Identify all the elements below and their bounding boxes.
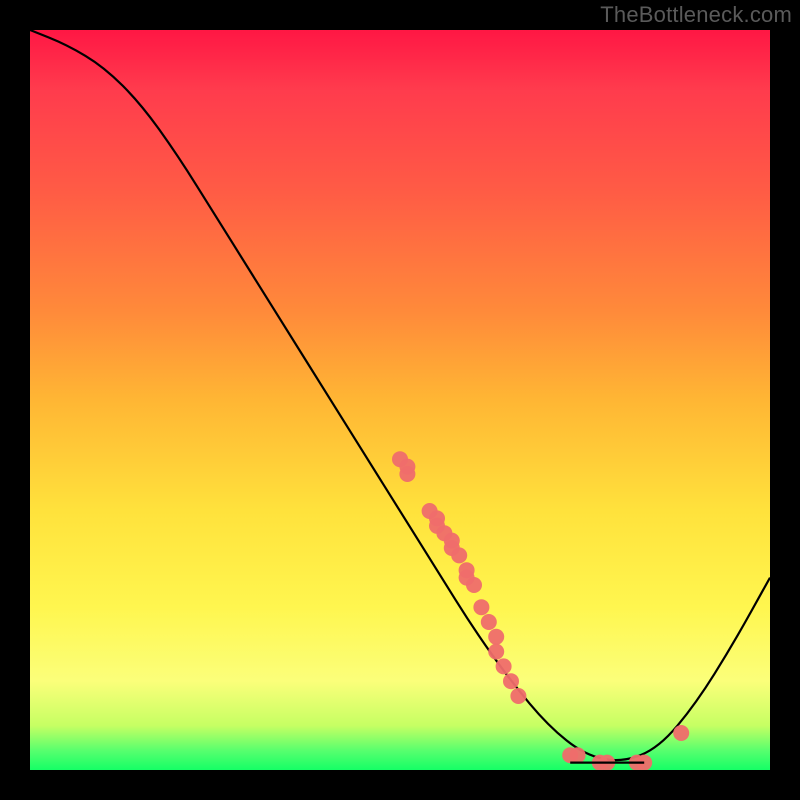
data-point [473,599,489,615]
data-point [510,688,526,704]
bottleneck-curve [30,30,770,760]
watermark-text: TheBottleneck.com [600,2,792,28]
data-point [503,673,519,689]
chart-frame: TheBottleneck.com [0,0,800,800]
data-point [399,466,415,482]
data-point [673,725,689,741]
data-point [488,629,504,645]
data-point [570,747,586,763]
data-point [496,658,512,674]
data-point [488,644,504,660]
data-point [451,547,467,563]
plot-area [30,30,770,770]
data-point [466,577,482,593]
data-point [481,614,497,630]
chart-svg-overlay [30,30,770,770]
scatter-points-group [392,451,689,770]
